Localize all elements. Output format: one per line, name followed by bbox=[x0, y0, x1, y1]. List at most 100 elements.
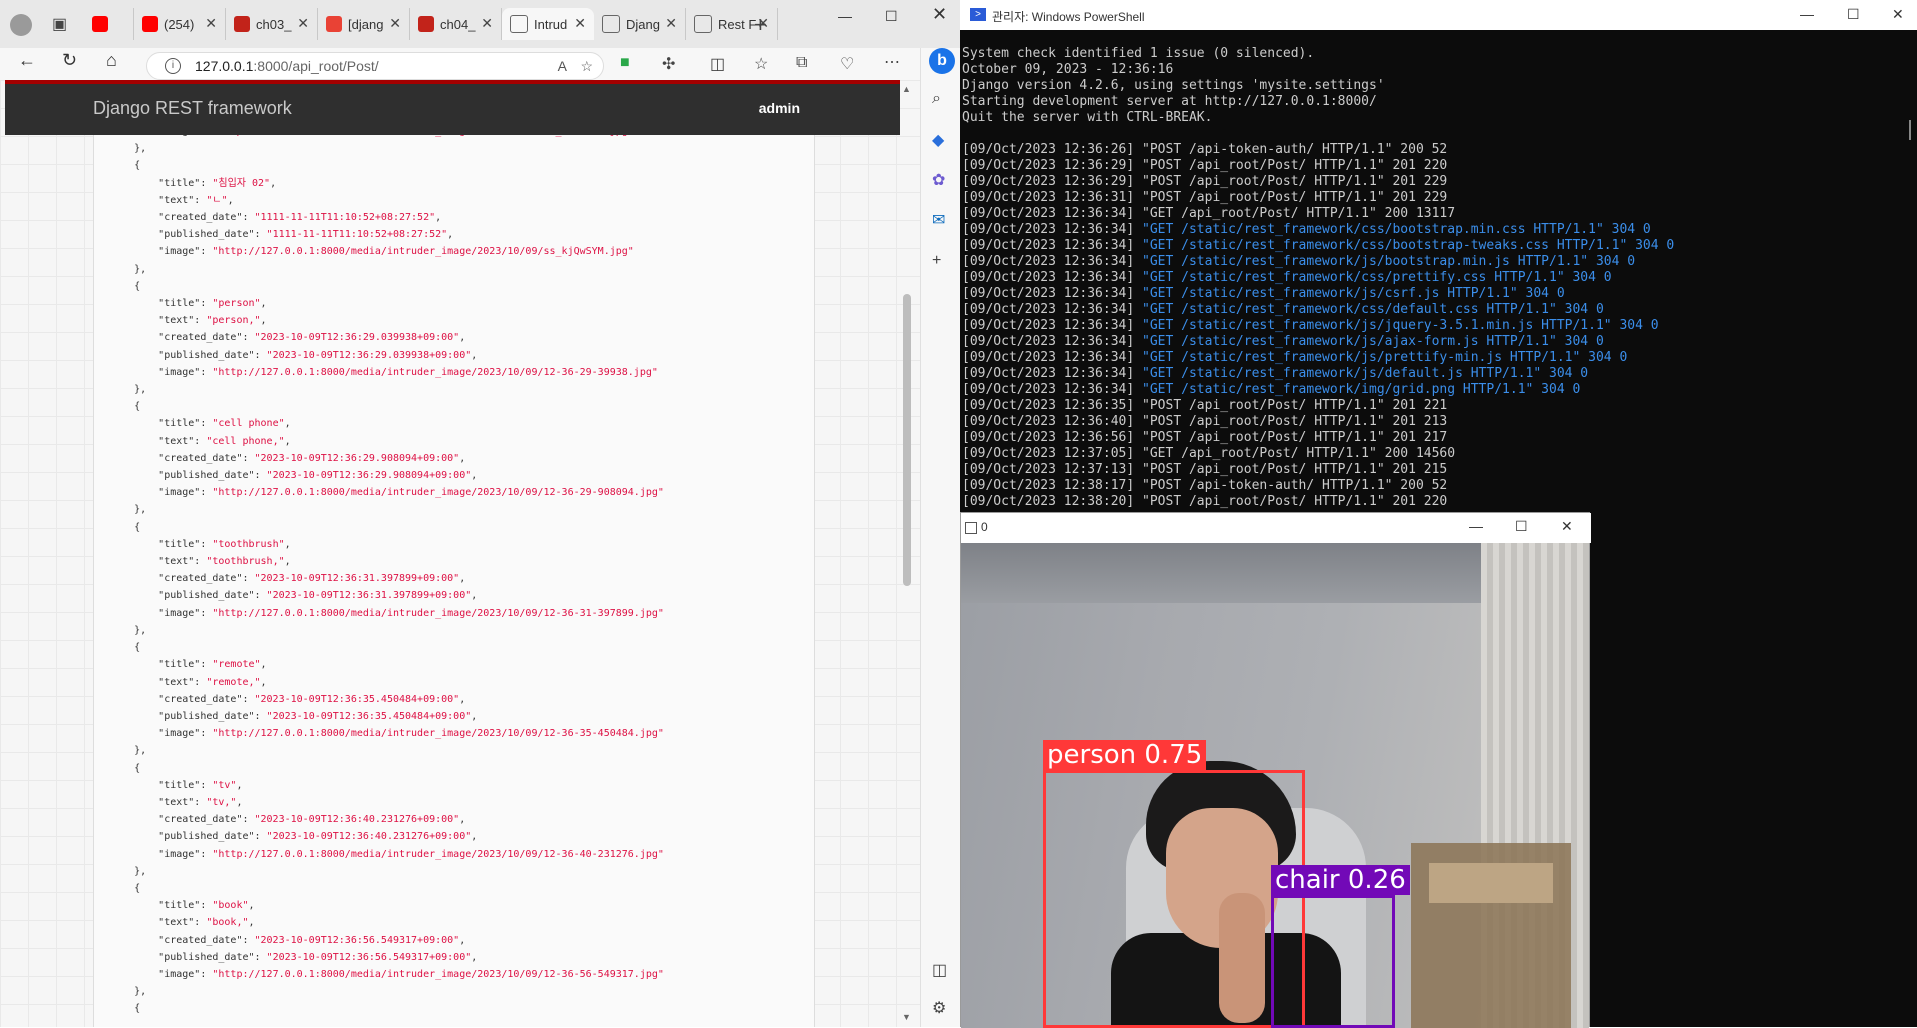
terminal-line: [09/Oct/2023 12:36:34] "GET /static/rest… bbox=[962, 254, 1636, 269]
json-line: }, bbox=[110, 263, 147, 275]
refresh-icon[interactable]: ↻ bbox=[62, 50, 77, 71]
page-icon bbox=[510, 15, 528, 33]
json-line: "image": "http://127.0.0.1:8000/media/in… bbox=[158, 487, 664, 499]
drf-brand-link[interactable]: Django REST framework bbox=[93, 98, 292, 119]
tab-1[interactable]: (254) ✕ bbox=[134, 8, 226, 40]
close-tab-icon[interactable]: ✕ bbox=[481, 15, 493, 32]
profile-avatar-icon[interactable] bbox=[10, 14, 32, 36]
json-line: "title": "remote", bbox=[158, 659, 267, 671]
json-line: "title": "tv", bbox=[158, 779, 243, 791]
cam-maximize-icon[interactable]: ☐ bbox=[1515, 518, 1528, 535]
scroll-down-icon[interactable]: ▼ bbox=[902, 1012, 911, 1022]
json-line: "published_date": "2023-10-09T12:36:35.4… bbox=[158, 710, 478, 722]
new-tab-icon[interactable]: + bbox=[754, 12, 767, 38]
tab-6[interactable]: Djang ✕ bbox=[594, 8, 686, 40]
close-tab-icon[interactable]: ✕ bbox=[665, 15, 677, 32]
read-aloud-icon[interactable]: A bbox=[558, 53, 567, 79]
url-path: :8000/api_root/Post/ bbox=[253, 58, 379, 74]
browser-window: ▣ (254) ✕ ch03_ ✕ [djang ✕ ch04_ ✕ Intrud ✕ Djang ✕… bbox=[0, 0, 961, 1027]
json-line: "created_date": "2023-10-09T12:36:31.397… bbox=[158, 573, 466, 585]
youtube-icon bbox=[92, 16, 108, 32]
json-line: "image": "http://127.0.0.1:8000/media/in… bbox=[110, 135, 664, 140]
minimize-icon[interactable]: — bbox=[838, 8, 852, 24]
close-tab-icon[interactable]: ✕ bbox=[297, 15, 309, 32]
json-line: "created_date": "1111-11-11T11:10:52+08:… bbox=[158, 212, 442, 224]
home-icon[interactable]: ⌂ bbox=[106, 50, 117, 71]
url-host: 127.0.0.1 bbox=[195, 58, 254, 74]
address-bar[interactable]: i 127.0.0.1:8000/api_root/Post/ A ☆ bbox=[146, 52, 604, 80]
tab-5[interactable]: Intrud ✕ bbox=[502, 8, 594, 40]
tab-4[interactable]: ch04_ ✕ bbox=[410, 8, 502, 40]
tools-icon[interactable]: ✿ bbox=[932, 170, 945, 190]
favorites-icon[interactable]: ☆ bbox=[754, 54, 768, 74]
maximize-icon[interactable]: ☐ bbox=[885, 8, 898, 25]
page-content: Django REST framework admin "image": "ht… bbox=[0, 80, 920, 1027]
person-detection-label: person 0.75 bbox=[1043, 740, 1207, 770]
add-sidebar-app-icon[interactable]: + bbox=[932, 252, 941, 270]
close-tab-icon[interactable]: ✕ bbox=[205, 15, 217, 32]
site-info-icon[interactable]: i bbox=[165, 58, 181, 74]
terminal-scrollbar[interactable] bbox=[1909, 120, 1911, 140]
outlook-icon[interactable]: ✉ bbox=[932, 210, 945, 230]
terminal-line: [09/Oct/2023 12:36:34] "GET /static/rest… bbox=[962, 334, 1604, 349]
terminal-line: [09/Oct/2023 12:36:34] "GET /static/rest… bbox=[962, 270, 1612, 285]
scroll-thumb[interactable] bbox=[903, 294, 911, 586]
json-line: "title": "cell phone", bbox=[158, 418, 291, 430]
extension-icon[interactable]: ■ bbox=[620, 54, 630, 72]
ps-maximize-icon[interactable]: ☐ bbox=[1847, 6, 1860, 23]
tab-label: Intrud bbox=[534, 16, 568, 32]
tab-label: ch03_ bbox=[256, 16, 292, 32]
ps-close-icon[interactable]: ✕ bbox=[1892, 6, 1904, 23]
terminal-line: [09/Oct/2023 12:36:29] "POST /api_root/P… bbox=[962, 158, 1448, 173]
search-icon[interactable]: ⌕ bbox=[932, 90, 941, 108]
performance-heart-icon[interactable]: ♡ bbox=[840, 54, 854, 74]
json-line: "title": "toothbrush", bbox=[158, 538, 291, 550]
terminal-output[interactable]: System check identified 1 issue (0 silen… bbox=[962, 46, 1674, 510]
cam-close-icon[interactable]: ✕ bbox=[1561, 518, 1573, 535]
settings-gear-icon[interactable]: ⚙ bbox=[932, 998, 946, 1018]
site-icon bbox=[326, 16, 342, 32]
copilot-icon[interactable]: b bbox=[929, 48, 955, 74]
user-menu[interactable]: admin bbox=[759, 100, 800, 116]
ps-minimize-icon[interactable]: — bbox=[1800, 6, 1814, 22]
address-toolbar: ← ↻ ⌂ i 127.0.0.1:8000/api_root/Post/ A … bbox=[0, 48, 960, 84]
cam-minimize-icon[interactable]: — bbox=[1469, 518, 1483, 534]
json-response-panel: "image": "http://127.0.0.1:8000/media/in… bbox=[93, 135, 815, 1027]
terminal-line: [09/Oct/2023 12:36:34] "GET /static/rest… bbox=[962, 366, 1589, 381]
json-line: }, bbox=[110, 504, 147, 516]
terminal-line: [09/Oct/2023 12:36:34] "GET /static/rest… bbox=[962, 382, 1581, 397]
tab-3[interactable]: [djang ✕ bbox=[318, 8, 410, 40]
camera-window-title: 0 bbox=[981, 520, 988, 534]
json-line: "text": "person,", bbox=[158, 315, 267, 327]
terminal-line: [09/Oct/2023 12:36:34] "GET /static/rest… bbox=[962, 222, 1651, 237]
tab-2[interactable]: ch03_ ✕ bbox=[226, 8, 318, 40]
close-window-icon[interactable]: ✕ bbox=[932, 4, 947, 25]
tab-0[interactable] bbox=[84, 8, 134, 40]
terminal-line: Starting development server at http://12… bbox=[962, 94, 1377, 109]
close-tab-icon[interactable]: ✕ bbox=[389, 15, 401, 32]
json-line: "image": "http://127.0.0.1:8000/media/in… bbox=[158, 607, 664, 619]
close-tab-icon[interactable]: ✕ bbox=[574, 15, 586, 32]
scroll-up-icon[interactable]: ▲ bbox=[902, 84, 911, 94]
json-line: "image": "http://127.0.0.1:8000/media/in… bbox=[158, 968, 664, 980]
more-menu-icon[interactable]: ⋯ bbox=[884, 52, 900, 72]
json-line: { bbox=[110, 642, 141, 654]
json-line: "created_date": "2023-10-09T12:36:40.231… bbox=[158, 814, 466, 826]
json-line: "image": "http://127.0.0.1:8000/media/in… bbox=[158, 848, 664, 860]
split-screen-icon[interactable]: ◫ bbox=[710, 54, 725, 74]
extensions-puzzle-icon[interactable]: ✣ bbox=[662, 54, 675, 74]
back-icon[interactable]: ← bbox=[18, 50, 36, 71]
json-line: "text": "remote,", bbox=[158, 676, 267, 688]
sidebar-layout-icon[interactable]: ◫ bbox=[932, 960, 947, 980]
json-line: "title": "person", bbox=[158, 298, 267, 310]
terminal-line: [09/Oct/2023 12:36:35] "POST /api_root/P… bbox=[962, 398, 1448, 413]
page-scrollbar[interactable]: ▲ ▼ bbox=[900, 84, 914, 1024]
favorite-star-icon[interactable]: ☆ bbox=[580, 53, 593, 79]
terminal-line: [09/Oct/2023 12:36:26] "POST /api-token-… bbox=[962, 142, 1448, 157]
chair-detection-label: chair 0.26 bbox=[1271, 865, 1410, 895]
workspaces-icon[interactable]: ▣ bbox=[52, 14, 67, 34]
shopping-tag-icon[interactable]: ◆ bbox=[932, 130, 944, 150]
json-line: "text": "book,", bbox=[158, 917, 255, 929]
collections-icon[interactable]: ⧉ bbox=[796, 54, 807, 72]
